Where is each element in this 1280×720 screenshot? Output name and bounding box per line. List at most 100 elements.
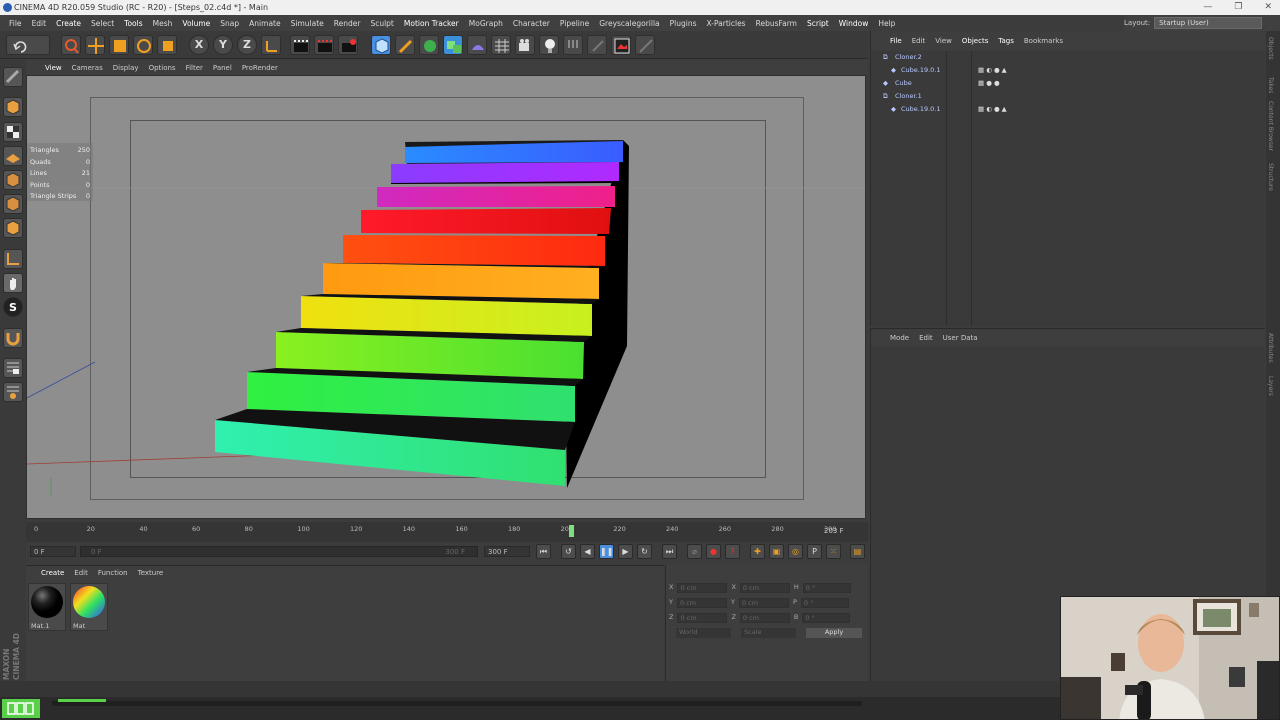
object-menu-edit[interactable]: Edit <box>907 37 931 45</box>
recent-tool-button[interactable] <box>157 35 177 55</box>
render-settings-button[interactable] <box>338 35 358 55</box>
spline-pen-button[interactable] <box>395 35 415 55</box>
maximize-button[interactable]: ❐ <box>1234 0 1242 15</box>
viewport-menu-options[interactable]: Options <box>144 64 181 72</box>
render-view-button[interactable] <box>290 35 310 55</box>
render-picture-viewer-button[interactable] <box>314 35 334 55</box>
menu-tools[interactable]: Tools <box>119 19 147 28</box>
menu-edit[interactable]: Edit <box>27 19 52 28</box>
workplane-mode-button[interactable] <box>3 146 23 166</box>
layout-dropdown[interactable]: Startup (User) <box>1154 17 1263 29</box>
floor-button[interactable] <box>491 35 511 55</box>
menu-select[interactable]: Select <box>86 19 119 28</box>
menu-window[interactable]: Window <box>834 19 874 28</box>
size-x-field[interactable]: 0 cm <box>739 583 790 593</box>
tag-button[interactable] <box>563 35 583 55</box>
deformer-button[interactable] <box>467 35 487 55</box>
position-y-field[interactable]: 0 cm <box>676 598 727 608</box>
attribute-menu-edit[interactable]: Edit <box>914 334 938 342</box>
z-axis-lock-button[interactable]: Z <box>237 35 257 55</box>
object-menu-view[interactable]: View <box>930 37 957 45</box>
rainbow-steps-model[interactable] <box>27 76 866 519</box>
perspective-viewport[interactable]: Triangles 250 Quads 0 Lines 21 Points 0 Tria… <box>26 75 866 519</box>
menu-create[interactable]: Create <box>51 19 86 28</box>
menu-sculpt[interactable]: Sculpt <box>365 19 398 28</box>
undo-button[interactable] <box>6 35 50 55</box>
coordinate-space-dropdown[interactable]: World <box>676 628 731 638</box>
tab-attributes[interactable]: Attributes <box>1267 333 1274 363</box>
taskbar-scrollbar[interactable] <box>52 701 862 706</box>
key-parameter-button[interactable]: P <box>807 544 822 559</box>
axis-mode-button[interactable] <box>3 249 23 269</box>
tab-takes[interactable]: Takes <box>1267 77 1274 93</box>
object-row[interactable]: ◆ Cube.19.0.1 ▦ ◐ ● ▲ <box>871 103 1266 116</box>
attribute-menu-user-data[interactable]: User Data <box>938 334 983 342</box>
menu-mesh[interactable]: Mesh <box>148 19 178 28</box>
auto-key-button[interactable]: ? <box>725 544 740 559</box>
move-tool-button[interactable] <box>85 35 105 55</box>
menu-character[interactable]: Character <box>508 19 555 28</box>
tab-content-browser[interactable]: Content Browser <box>1267 101 1274 151</box>
camera-button[interactable] <box>515 35 535 55</box>
start-button[interactable] <box>2 699 40 718</box>
tab-structure[interactable]: Structure <box>1267 163 1274 191</box>
size-y-field[interactable]: 0 cm <box>738 598 789 608</box>
material-swatch[interactable]: Mat <box>70 583 108 631</box>
rotation-p-field[interactable]: 0 ° <box>800 598 849 608</box>
menu-mograph[interactable]: MoGraph <box>464 19 508 28</box>
next-frame-button[interactable]: ▶ <box>618 544 633 559</box>
menu-snap[interactable]: Snap <box>215 19 244 28</box>
snap-button[interactable] <box>587 35 607 55</box>
record-keys-button[interactable]: ⌀ <box>687 544 702 559</box>
planar-workplane-button[interactable] <box>3 382 23 402</box>
menu-plugins[interactable]: Plugins <box>665 19 702 28</box>
menu-rebusfarm[interactable]: RebusFarm <box>751 19 802 28</box>
scale-tool-button[interactable] <box>109 35 129 55</box>
menu-animate[interactable]: Animate <box>244 19 285 28</box>
magnet-button[interactable] <box>3 328 23 348</box>
viewport-menu-filter[interactable]: Filter <box>181 64 208 72</box>
object-row[interactable]: ◆ Cube ▦ ● ● <box>871 77 1266 90</box>
workplane-button[interactable] <box>635 35 655 55</box>
x-axis-lock-button[interactable]: X <box>189 35 209 55</box>
live-selection-button[interactable] <box>61 35 81 55</box>
points-mode-button[interactable] <box>3 170 23 190</box>
timeline-playhead[interactable] <box>568 525 574 537</box>
previous-frame-button[interactable]: ◀ <box>580 544 595 559</box>
object-menu-file[interactable]: File <box>885 37 907 45</box>
lock-workplane-button[interactable] <box>3 358 23 378</box>
menu-greyscalegorilla[interactable]: Greyscalegorilla <box>594 19 664 28</box>
material-menu-edit[interactable]: Edit <box>69 569 93 577</box>
end-frame-field[interactable]: 300 F <box>484 546 530 557</box>
light-button[interactable] <box>539 35 559 55</box>
key-rotation-button[interactable]: ◎ <box>788 544 803 559</box>
key-pla-button[interactable]: ⁙ <box>826 544 841 559</box>
rotation-b-field[interactable]: 0 ° <box>802 613 851 623</box>
tweak-mode-button[interactable] <box>3 273 23 293</box>
menu-simulate[interactable]: Simulate <box>286 19 329 28</box>
position-x-field[interactable]: 0 cm <box>677 583 728 593</box>
minimize-button[interactable]: — <box>1203 0 1212 15</box>
menu-volume[interactable]: Volume <box>177 19 215 28</box>
material-swatch[interactable]: Mat.1 <box>28 583 66 631</box>
size-mode-dropdown[interactable]: Scale <box>741 628 796 638</box>
key-scale-button[interactable]: ▣ <box>769 544 784 559</box>
material-menu-function[interactable]: Function <box>93 569 133 577</box>
timeline-layout-button[interactable]: ▤ <box>850 544 865 559</box>
close-button[interactable]: ✕ <box>1264 0 1272 15</box>
menu-render[interactable]: Render <box>329 19 366 28</box>
key-position-button[interactable]: ✚ <box>750 544 765 559</box>
material-menu-texture[interactable]: Texture <box>133 569 169 577</box>
viewport-menu-view[interactable]: View <box>40 64 67 72</box>
viewport-menu-prorender[interactable]: ProRender <box>237 64 283 72</box>
apply-button[interactable]: Apply <box>806 628 862 638</box>
pause-button[interactable]: ❚❚ <box>599 544 614 559</box>
timeline-ruler[interactable]: 0 20 40 60 80 100 120 140 160 180 200 220 240 260 280 3… <box>26 522 868 542</box>
material-menu-create[interactable]: Create <box>36 569 69 577</box>
go-to-start-button[interactable]: ⏮ <box>536 544 551 559</box>
subdivision-button[interactable] <box>419 35 439 55</box>
object-row[interactable]: ⧉ Cloner.1 <box>871 90 1266 103</box>
previous-key-button[interactable]: ↺ <box>561 544 576 559</box>
size-z-field[interactable]: 0 cm <box>739 613 790 623</box>
edges-mode-button[interactable] <box>3 194 23 214</box>
